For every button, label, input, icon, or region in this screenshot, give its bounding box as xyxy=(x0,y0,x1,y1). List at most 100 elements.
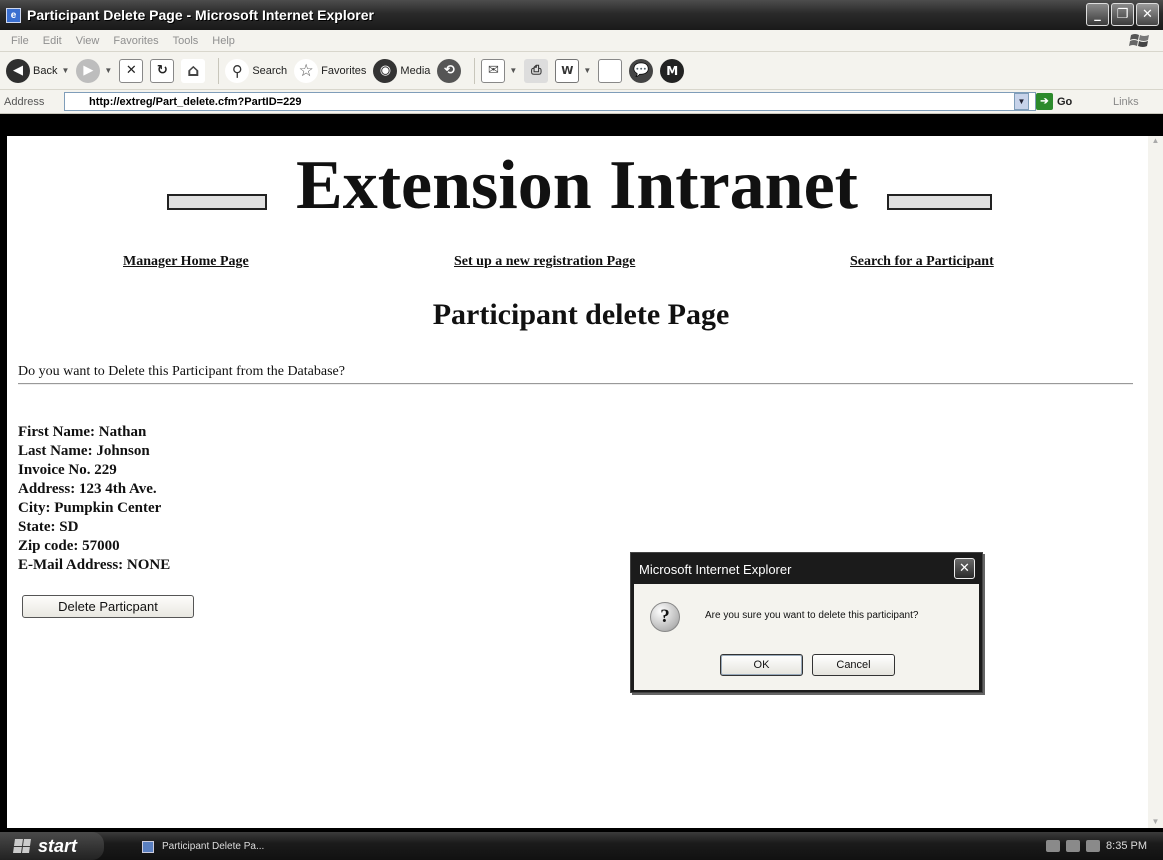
forward-arrow-icon: ▶ xyxy=(76,58,101,83)
address-input[interactable]: http://extreg/Part_delete.cfm?PartID=229 xyxy=(64,92,1036,111)
ie-icon: e xyxy=(6,7,21,23)
taskbar: start Participant Delete Pa... 8:35 PM xyxy=(0,832,1163,860)
favorites-button[interactable]: ☆ Favorites xyxy=(294,58,367,83)
dialog-close-button[interactable]: ✕ xyxy=(954,558,975,579)
links-button[interactable]: Links xyxy=(1113,96,1139,108)
banner: Extension Intranet xyxy=(157,146,997,236)
ie-icon xyxy=(142,840,154,853)
system-tray: 8:35 PM xyxy=(1013,832,1163,860)
dialog-title: Microsoft Internet Explorer xyxy=(639,562,792,577)
detail-last-name: Last Name: Johnson xyxy=(18,443,150,459)
phone-icon[interactable] xyxy=(1086,840,1101,852)
history-button[interactable]: ⟲ xyxy=(437,58,462,83)
printer-icon: ⎙ xyxy=(524,58,549,83)
back-arrow-icon: ◀ xyxy=(6,58,30,83)
divider xyxy=(18,383,1133,385)
detail-invoice: Invoice No. 229 xyxy=(18,462,117,478)
mail-icon: ✉ xyxy=(481,58,506,83)
address-dropdown-chevron-icon[interactable]: ▼ xyxy=(1014,93,1029,110)
chevron-down-icon[interactable]: ▼ xyxy=(61,66,69,75)
detail-first-name: First Name: Nathan xyxy=(18,424,147,440)
question-icon: ? xyxy=(650,602,680,632)
scroll-down-icon[interactable]: ▼ xyxy=(1148,817,1163,826)
messenger-button[interactable]: 💬 xyxy=(629,58,654,83)
toolbar-divider xyxy=(474,57,476,84)
clock: 8:35 PM xyxy=(1106,840,1147,852)
confirm-dialog: Microsoft Internet Explorer ✕ ? Are you … xyxy=(630,552,983,693)
home-icon: ⌂ xyxy=(181,58,206,83)
go-label: Go xyxy=(1057,95,1073,108)
search-icon: ⚲ xyxy=(225,58,250,83)
delete-question: Do you want to Delete this Participant f… xyxy=(18,364,345,379)
menu-view[interactable]: View xyxy=(76,35,100,47)
search-label: Search xyxy=(252,64,288,77)
favorites-star-icon: ☆ xyxy=(294,58,319,83)
windows-flag-icon xyxy=(1129,34,1149,47)
media-icon: ◉ xyxy=(373,58,398,83)
cancel-button[interactable]: Cancel xyxy=(812,654,895,676)
print-button[interactable]: ⎙ xyxy=(524,58,549,83)
detail-city: City: Pumpkin Center xyxy=(18,500,162,516)
ok-button[interactable]: OK xyxy=(720,654,803,676)
discuss-button[interactable] xyxy=(598,58,623,83)
refresh-button[interactable]: ↻ xyxy=(150,58,175,83)
detail-email: E-Mail Address: NONE xyxy=(18,557,171,573)
menu-edit[interactable]: Edit xyxy=(43,35,62,47)
page-title: Participant delete Page xyxy=(432,298,730,331)
banner-bar-left xyxy=(167,194,267,210)
menu-tools[interactable]: Tools xyxy=(173,35,199,47)
windows-logo-icon xyxy=(13,839,31,853)
start-button[interactable]: start xyxy=(0,832,104,860)
window-title-bar[interactable]: e Participant Delete Page - Microsoft In… xyxy=(0,0,1163,30)
minimize-button[interactable]: _ xyxy=(1086,3,1109,26)
forward-button[interactable]: ▶ ▼ xyxy=(76,58,112,83)
window-title: Participant Delete Page - Microsoft Inte… xyxy=(27,7,374,23)
banner-title: Extension Intranet xyxy=(296,147,858,224)
search-button[interactable]: ⚲ Search xyxy=(225,58,288,83)
nav-new-registration[interactable]: Set up a new registration Page xyxy=(454,254,635,270)
chevron-down-icon[interactable]: ▼ xyxy=(104,66,112,75)
stop-icon: ✕ xyxy=(119,58,144,83)
participant-details: First Name: Nathan Last Name: Johnson In… xyxy=(18,423,170,575)
detail-address: Address: 123 4th Ave. xyxy=(18,481,157,497)
close-button[interactable]: ✕ xyxy=(1136,3,1159,26)
start-label: start xyxy=(38,835,78,856)
refresh-icon: ↻ xyxy=(150,58,175,83)
chevron-down-icon[interactable]: ▼ xyxy=(583,66,591,75)
stop-button[interactable]: ✕ xyxy=(119,58,144,83)
taskbar-item-label: Participant Delete Pa... xyxy=(162,841,265,852)
page-content: Extension Intranet Manager Home Page Set… xyxy=(7,136,1155,828)
network-icon[interactable] xyxy=(1066,840,1081,852)
delete-participant-button[interactable]: Delete Particpant xyxy=(22,595,194,618)
volume-icon[interactable] xyxy=(1046,840,1061,852)
go-button[interactable]: ➔ Go xyxy=(1036,93,1072,110)
menu-help[interactable]: Help xyxy=(212,35,235,47)
word-icon: W xyxy=(555,58,580,83)
media-button[interactable]: ◉ Media xyxy=(373,58,431,83)
restore-button[interactable]: ❐ xyxy=(1111,3,1134,26)
chevron-down-icon[interactable]: ▼ xyxy=(509,66,517,75)
home-button[interactable]: ⌂ xyxy=(181,58,206,83)
nav-manager-home[interactable]: Manager Home Page xyxy=(123,254,249,270)
messenger-icon: 💬 xyxy=(629,58,654,83)
menu-favorites[interactable]: Favorites xyxy=(113,35,158,47)
menu-file[interactable]: File xyxy=(11,35,29,47)
detail-state: State: SD xyxy=(18,519,79,535)
m-logo-icon: M xyxy=(660,58,685,83)
nav-search-participant[interactable]: Search for a Participant xyxy=(850,254,994,270)
taskbar-window-item[interactable]: Participant Delete Pa... xyxy=(142,836,342,857)
dialog-body: ? Are you sure you want to delete this p… xyxy=(634,584,979,690)
banner-bar-right xyxy=(887,194,992,210)
toolbar: ◀ Back ▼ ▶ ▼ ✕ ↻ ⌂ ⚲ Search ☆ Favorites … xyxy=(0,52,1163,90)
favorites-label: Favorites xyxy=(321,64,367,77)
dialog-message: Are you sure you want to delete this par… xyxy=(705,610,919,621)
edit-button[interactable]: W ▼ xyxy=(555,58,591,83)
media-label: Media xyxy=(400,64,431,77)
scroll-up-icon[interactable]: ▲ xyxy=(1148,136,1163,145)
go-arrow-icon: ➔ xyxy=(1036,93,1053,110)
back-button[interactable]: ◀ Back ▼ xyxy=(6,58,69,83)
m-button[interactable]: M xyxy=(660,58,685,83)
address-bar: Address http://extreg/Part_delete.cfm?Pa… xyxy=(0,90,1163,114)
vertical-scrollbar[interactable]: ▲ ▼ xyxy=(1148,136,1163,828)
mail-button[interactable]: ✉ ▼ xyxy=(481,58,517,83)
